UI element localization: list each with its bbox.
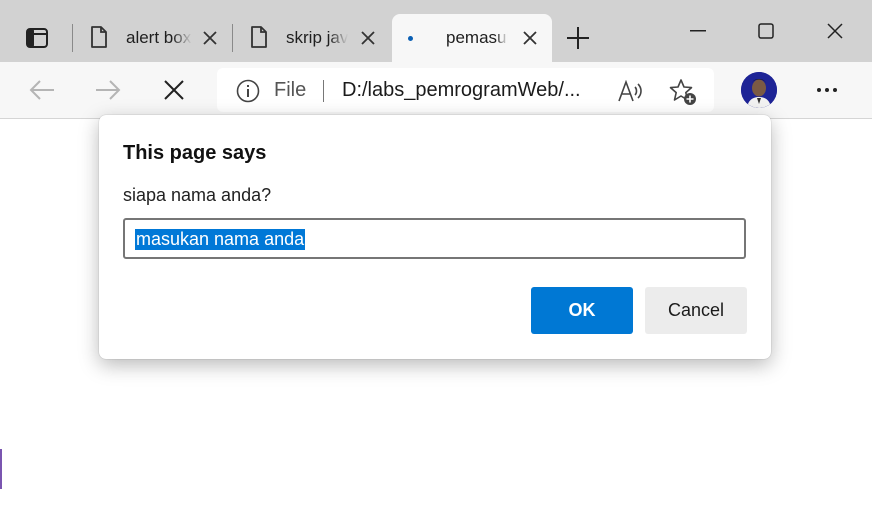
page-icon: [250, 26, 268, 53]
plus-icon: [567, 27, 589, 49]
forward-button[interactable]: [92, 74, 124, 106]
close-icon: [827, 23, 843, 39]
tab-title: pemasukan: [446, 28, 508, 47]
close-icon[interactable]: [200, 28, 220, 48]
prompt-input-value[interactable]: masukan nama anda: [135, 229, 306, 250]
address-bar[interactable]: File D:/labs_pemrogramWeb/...: [217, 68, 714, 112]
ok-button[interactable]: OK: [531, 287, 633, 334]
tab-title: skrip javascript: [286, 28, 348, 47]
minimize-button[interactable]: [675, 14, 721, 48]
close-icon[interactable]: [358, 28, 378, 48]
settings-and-more-button[interactable]: [810, 74, 844, 106]
prompt-dialog: This page says siapa nama anda? masukan …: [99, 115, 771, 359]
prompt-input[interactable]: masukan nama anda: [123, 218, 746, 259]
address-divider: [323, 80, 324, 102]
tab-strip: alert box skrip javascript pemasukan: [0, 0, 872, 62]
minimize-icon: [690, 30, 706, 32]
tab-pemasukan[interactable]: pemasukan: [392, 14, 552, 62]
tab-alert-box[interactable]: alert box: [80, 14, 230, 62]
dialog-title: This page says: [123, 142, 267, 164]
tab-actions-icon[interactable]: [20, 22, 54, 54]
profile-avatar[interactable]: [741, 72, 777, 108]
close-icon[interactable]: [520, 28, 540, 48]
info-icon[interactable]: [236, 79, 260, 103]
tab-title: alert box: [126, 28, 192, 47]
close-icon: [164, 80, 184, 100]
tab-skrip-javascript[interactable]: skrip javascript: [240, 14, 388, 62]
page-icon: [90, 26, 108, 53]
stop-loading-button[interactable]: [158, 74, 190, 106]
maximize-button[interactable]: [743, 14, 789, 48]
add-favorite-icon[interactable]: [669, 78, 697, 106]
toolbar: File D:/labs_pemrogramWeb/...: [0, 62, 872, 119]
back-arrow-icon: [29, 80, 54, 100]
tab-separator: [232, 24, 233, 52]
maximize-icon: [758, 23, 774, 39]
more-icon: [817, 88, 837, 92]
read-aloud-icon[interactable]: [617, 78, 645, 104]
address-scheme-label: File: [274, 79, 307, 101]
address-url[interactable]: D:/labs_pemrogramWeb/...: [342, 79, 581, 102]
loading-dot-icon: [408, 36, 413, 41]
new-tab-button[interactable]: [562, 22, 594, 54]
forward-arrow-icon: [96, 80, 121, 100]
dialog-message: siapa nama anda?: [123, 185, 272, 205]
tab-separator: [72, 24, 73, 52]
window-close-button[interactable]: [812, 14, 858, 48]
page-edge-marker: [0, 449, 2, 489]
back-button[interactable]: [26, 74, 58, 106]
cancel-button[interactable]: Cancel: [645, 287, 747, 334]
browser-window: alert box skrip javascript pemasukan: [0, 0, 872, 513]
